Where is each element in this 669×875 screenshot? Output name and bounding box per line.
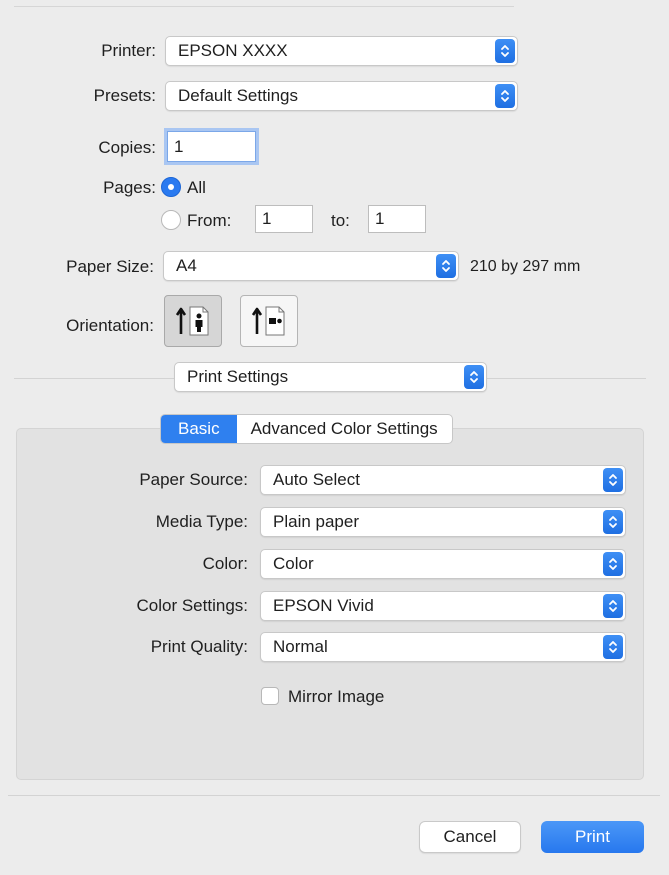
chevron-updown-icon [603,552,623,576]
paper-size-popup[interactable]: A4 [163,251,459,281]
print-quality-value: Normal [273,637,328,656]
paper-source-label: Paper Source: [139,470,248,489]
presets-label: Presets: [93,86,156,105]
mirror-image-checkbox[interactable] [261,687,279,705]
landscape-orientation-button[interactable] [240,295,298,347]
paper-source-popup[interactable]: Auto Select [260,465,626,495]
chevron-updown-icon [603,510,623,534]
pages-all-label: All [187,178,206,197]
color-settings-popup[interactable]: EPSON Vivid [260,591,626,621]
media-type-value: Plain paper [273,512,360,531]
printer-label: Printer: [101,41,156,60]
pages-from-value: 1 [262,209,272,228]
copies-field[interactable]: 1 [167,131,256,162]
print-button[interactable]: Print [541,821,644,853]
chevron-updown-icon [603,468,623,492]
top-divider [14,6,514,7]
footer-divider [8,795,660,796]
color-value: Color [273,554,314,573]
chevron-updown-icon [495,84,515,108]
paper-size-value: A4 [176,256,197,275]
color-popup[interactable]: Color [260,549,626,579]
portrait-icon [175,306,209,336]
pages-from-radio[interactable] [161,210,181,230]
presets-value: Default Settings [178,86,299,105]
presets-popup[interactable]: Default Settings [165,81,518,111]
chevron-updown-icon [603,635,623,659]
cancel-button[interactable]: Cancel [419,821,521,853]
landscape-icon [251,306,285,336]
pages-to-field[interactable]: 1 [368,205,426,233]
print-quality-popup[interactable]: Normal [260,632,626,662]
pages-from-label: From: [187,211,232,230]
color-settings-label: Color Settings: [136,596,249,615]
paper-size-label: Paper Size: [66,257,154,276]
pages-label: Pages: [103,178,156,197]
media-type-label: Media Type: [155,512,248,531]
copies-value: 1 [174,136,184,156]
portrait-orientation-button[interactable] [164,295,222,347]
chevron-updown-icon [464,365,484,389]
media-type-popup[interactable]: Plain paper [260,507,626,537]
copies-label: Copies: [98,138,156,157]
pages-to-label: to: [331,211,350,230]
pages-from-field[interactable]: 1 [255,205,313,233]
print-quality-label: Print Quality: [150,637,248,656]
mirror-image-label: Mirror Image [288,687,385,706]
chevron-updown-icon [436,254,456,278]
color-label: Color: [202,554,248,573]
printer-popup[interactable]: EPSON XXXX [165,36,518,66]
color-settings-value: EPSON Vivid [273,596,374,615]
paper-size-dimensions: 210 by 297 mm [470,258,581,275]
tab-advanced-color-settings[interactable]: Advanced Color Settings [237,415,452,443]
chevron-updown-icon [495,39,515,63]
paper-source-value: Auto Select [273,470,360,489]
print-settings-value: Print Settings [187,367,289,386]
chevron-updown-icon [603,594,623,618]
pages-all-radio[interactable] [161,177,181,197]
orientation-label: Orientation: [66,316,154,335]
printer-value: EPSON XXXX [178,41,288,60]
tab-bar: Basic Advanced Color Settings [160,414,453,444]
print-settings-popup[interactable]: Print Settings [174,362,487,392]
tab-basic[interactable]: Basic [161,415,237,443]
pages-to-value: 1 [375,209,385,228]
